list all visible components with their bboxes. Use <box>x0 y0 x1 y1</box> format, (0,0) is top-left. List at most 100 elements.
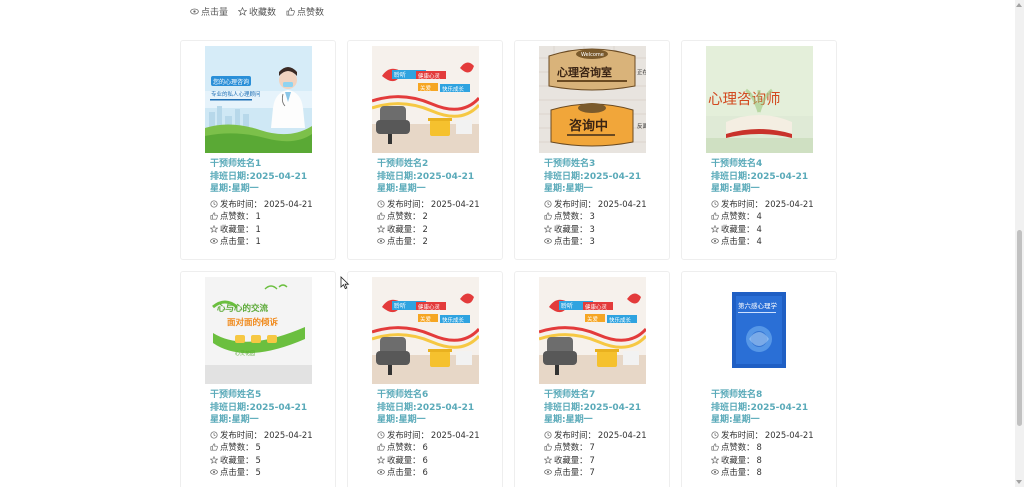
counselor-name[interactable]: 干预师姓名3 <box>544 158 668 171</box>
scrollbar-thumb[interactable] <box>1017 230 1022 426</box>
favorites-label: 收藏量： <box>387 223 421 234</box>
publish-time-value: 2025-04-21 <box>263 198 313 209</box>
clicks-row: 点击量： 7 <box>544 466 668 479</box>
publish-time-label: 发布时间： <box>554 198 596 209</box>
publish-time-row: 发布时间： 2025-04-21 <box>377 429 501 442</box>
schedule-weekday: 星期:星期一 <box>711 415 760 425</box>
favorites-label: 收藏量： <box>220 223 254 234</box>
svg-text:关爱: 关爱 <box>420 315 432 323</box>
thumbs-up-icon <box>711 212 719 220</box>
counselor-name[interactable]: 干预师姓名6 <box>377 389 501 402</box>
thumbs-up-icon <box>286 7 295 15</box>
likes-row: 点赞数： 6 <box>377 441 501 454</box>
publish-time-label: 发布时间： <box>721 198 763 209</box>
counselor-card[interactable]: 心与心的交流 面对面的倾诉 心灵花园 干预师姓名5 排班日期:2025-04-2… <box>180 271 336 487</box>
eye-icon <box>210 469 218 475</box>
vertical-scrollbar[interactable] <box>1015 0 1024 487</box>
likes-value: 4 <box>756 211 762 221</box>
favorites-row: 收藏量： 5 <box>210 454 334 467</box>
likes-row: 点赞数： 7 <box>544 441 668 454</box>
clicks-row: 点击量： 2 <box>377 235 501 248</box>
likes-value: 3 <box>589 211 595 221</box>
scroll-up-arrow-icon[interactable] <box>1016 3 1022 7</box>
counselor-card[interactable]: 第六感心理学 干预师姓名8 排班日期:2025-04-21 星期:星期一 发布时… <box>681 271 837 487</box>
counselor-image[interactable]: Welcome 心理咨询室 咨询中 正在 反面 <box>539 46 646 153</box>
svg-text:心理咨询室: 心理咨询室 <box>557 65 612 79</box>
counselor-name[interactable]: 干预师姓名8 <box>711 389 835 402</box>
svg-text:咨询中: 咨询中 <box>569 118 608 134</box>
counselor-card[interactable]: 聆听 健康心灵 关爱 快乐成长 干预师姓名7 排班日期:2025-04-21 星… <box>514 271 670 487</box>
schedule-date: 排班日期:2025-04-21 <box>711 402 809 413</box>
eye-icon <box>544 469 552 475</box>
clock-icon <box>544 431 552 439</box>
thumbs-up-icon <box>210 443 218 451</box>
favorites-row: 收藏量： 3 <box>544 223 668 236</box>
counselor-image[interactable]: 聆听 健康心灵 关爱 快乐成长 <box>372 277 479 384</box>
counselor-name[interactable]: 干预师姓名2 <box>377 158 501 171</box>
counselor-book-image: 心理咨询师 <box>706 46 813 153</box>
likes-value: 5 <box>255 442 261 452</box>
eye-icon <box>190 8 199 14</box>
schedule-date: 排班日期:2025-04-21 <box>544 171 642 182</box>
counselor-card[interactable]: 心理咨询师 干预师姓名4 排班日期:2025-04-21 星期:星期一 发布时间… <box>681 40 837 260</box>
counselor-name[interactable]: 干预师姓名4 <box>711 158 835 171</box>
clicks-value: 5 <box>255 467 261 477</box>
schedule-weekday: 星期:星期一 <box>377 184 426 194</box>
counselor-card[interactable]: 您的心理咨询 专业的私人心理顾问 干预师姓名1 排班日期:2025-04-21 … <box>180 40 336 260</box>
sort-bar: 点击量 收藏数 点赞数 <box>190 4 324 18</box>
thumbs-up-icon <box>711 443 719 451</box>
clicks-value: 4 <box>756 236 762 246</box>
svg-text:快乐成长: 快乐成长 <box>442 85 465 93</box>
schedule-weekday: 星期:星期一 <box>377 415 426 425</box>
clicks-label: 点击量： <box>220 236 254 246</box>
publish-time-label: 发布时间： <box>387 198 429 209</box>
card-info: 干预师姓名5 排班日期:2025-04-21 星期:星期一 发布时间： 2025… <box>210 389 334 479</box>
scroll-down-arrow-icon[interactable] <box>1016 480 1022 484</box>
sort-by-favorites[interactable]: 收藏数 <box>238 5 276 18</box>
star-icon <box>377 455 385 464</box>
counselor-card[interactable]: Welcome 心理咨询室 咨询中 正在 反面 干预师姓名3 排班日期:2025… <box>514 40 670 260</box>
likes-value: 1 <box>255 211 261 221</box>
counselor-name[interactable]: 干预师姓名5 <box>210 389 334 402</box>
clock-icon <box>210 200 218 208</box>
svg-text:快乐成长: 快乐成长 <box>442 316 465 324</box>
clock-icon <box>711 200 719 208</box>
thumbs-up-icon <box>544 212 552 220</box>
counselor-image[interactable]: 聆听 健康心灵 关爱 快乐成长 <box>539 277 646 384</box>
clicks-value: 1 <box>255 236 261 246</box>
likes-label: 点赞数： <box>220 442 254 452</box>
counselor-name[interactable]: 干预师姓名1 <box>210 158 334 171</box>
clicks-row: 点击量： 1 <box>210 235 334 248</box>
schedule-date: 排班日期:2025-04-21 <box>377 402 475 413</box>
clicks-label: 点击量： <box>721 236 755 246</box>
svg-text:关爱: 关爱 <box>587 315 599 323</box>
clicks-row: 点击量： 5 <box>210 466 334 479</box>
counselor-card[interactable]: 聆听 健康心灵 关爱 快乐成长 干预师姓名2 排班日期:2025-04-21 星… <box>347 40 503 260</box>
favorites-label: 收藏量： <box>721 454 755 465</box>
schedule-date: 排班日期:2025-04-21 <box>711 171 809 182</box>
schedule-weekday: 星期:星期一 <box>210 184 259 194</box>
favorites-label: 收藏量： <box>721 223 755 234</box>
counselor-image[interactable]: 第六感心理学 <box>706 277 813 384</box>
counselor-card[interactable]: 聆听 健康心灵 关爱 快乐成长 干预师姓名6 排班日期:2025-04-21 星… <box>347 271 503 487</box>
svg-text:心与心的交流: 心与心的交流 <box>217 303 269 314</box>
star-icon <box>238 6 248 16</box>
doctor-banner-image: 您的心理咨询 专业的私人心理顾问 <box>205 46 312 153</box>
counselor-name[interactable]: 干预师姓名7 <box>544 389 668 402</box>
svg-text:Welcome: Welcome <box>581 52 604 58</box>
counselor-image[interactable]: 您的心理咨询 专业的私人心理顾问 <box>205 46 312 153</box>
clicks-value: 7 <box>589 467 595 477</box>
star-icon <box>711 224 719 233</box>
sort-by-likes[interactable]: 点赞数 <box>286 5 324 18</box>
counselor-image[interactable]: 心与心的交流 面对面的倾诉 心灵花园 <box>205 277 312 384</box>
likes-label: 点赞数： <box>387 211 421 221</box>
sort-by-clicks[interactable]: 点击量 <box>190 5 228 18</box>
counselor-image[interactable]: 心理咨询师 <box>706 46 813 153</box>
clicks-row: 点击量： 8 <box>711 466 835 479</box>
page: 点击量 收藏数 点赞数 您的心理咨询 专业的私人心理顾问 干预师姓名1 排班日期… <box>0 0 1024 487</box>
clock-icon <box>377 431 385 439</box>
favorites-row: 收藏量： 7 <box>544 454 668 467</box>
favorites-label: 收藏量： <box>220 454 254 465</box>
favorites-value: 4 <box>756 223 762 234</box>
counselor-image[interactable]: 聆听 健康心灵 关爱 快乐成长 <box>372 46 479 153</box>
